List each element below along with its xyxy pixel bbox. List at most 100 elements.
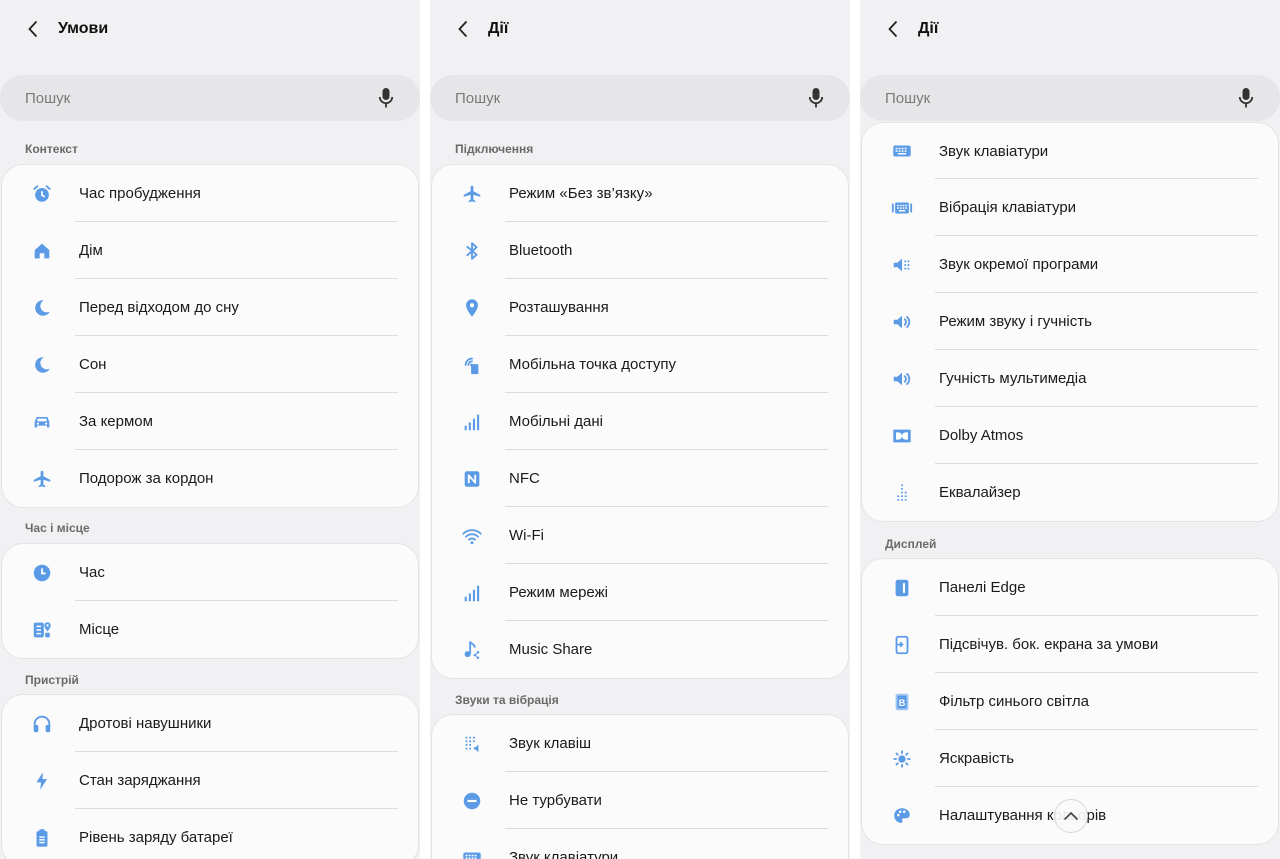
voice-search-button[interactable]	[806, 86, 826, 110]
edge-lighting-icon	[890, 633, 914, 657]
list-item-label: Dolby Atmos	[939, 427, 1024, 444]
conditions-panel: Умови Пошук Контекст Час пробудження Дім	[0, 0, 420, 859]
list-item-label: Час пробудження	[79, 185, 201, 202]
list-item[interactable]: Час пробудження	[2, 165, 418, 222]
list-item-label: Мобільна точка доступу	[509, 356, 676, 373]
list-item[interactable]: Подорож за кордон	[2, 450, 418, 507]
list-item[interactable]: B Фільтр синього світла	[862, 673, 1278, 730]
list-item[interactable]: Music Share	[432, 621, 848, 678]
list-item[interactable]: За кермом	[2, 393, 418, 450]
car-icon	[30, 410, 54, 434]
list-item[interactable]: Режим мережі	[432, 564, 848, 621]
page-title: Дії	[918, 20, 939, 37]
list-item[interactable]: Час	[2, 544, 418, 601]
edge-panel-icon	[890, 576, 914, 600]
bolt-icon	[30, 769, 54, 793]
list-item[interactable]: Сон	[2, 336, 418, 393]
battery-icon	[30, 826, 54, 850]
chevron-left-icon	[28, 20, 38, 38]
volume-icon	[890, 310, 914, 334]
back-button[interactable]	[452, 18, 474, 40]
list-item[interactable]: Еквалайзер	[862, 464, 1278, 521]
list-item[interactable]: Мобільні дані	[432, 393, 848, 450]
chevron-left-icon	[888, 20, 898, 38]
list-item-label: Звук клавіатури	[509, 849, 619, 859]
nfc-icon	[460, 467, 484, 491]
list-item[interactable]: Перед відходом до сну	[2, 279, 418, 336]
list-item-label: Звук окремої програми	[939, 256, 1099, 273]
microphone-icon	[378, 88, 394, 108]
clock-icon	[30, 561, 54, 585]
hotspot-icon	[460, 353, 484, 377]
list-item[interactable]: Режим «Без зв’язку»	[432, 165, 848, 222]
list-item[interactable]: Рівень заряду батареї	[2, 809, 418, 859]
list-item[interactable]: Дротові навушники	[2, 695, 418, 752]
list-item[interactable]: Звук клавіш	[432, 715, 848, 772]
blue-light-filter-icon: B	[890, 690, 914, 714]
list-item-label: Режим мережі	[509, 584, 608, 601]
voice-search-button[interactable]	[376, 86, 396, 110]
list-item-label: Стан заряджання	[79, 772, 201, 789]
list-item[interactable]: Гучність мультимедіа	[862, 350, 1278, 407]
keyboard-vibration-icon	[890, 196, 914, 220]
list-item[interactable]: Wi-Fi	[432, 507, 848, 564]
search-input[interactable]: Пошук	[860, 75, 1280, 121]
back-button[interactable]	[22, 18, 44, 40]
chevron-up-icon	[1063, 811, 1079, 821]
list-item[interactable]: Мобільна точка доступу	[432, 336, 848, 393]
list-item-label: Подорож за кордон	[79, 470, 214, 487]
list-item-label: Звук клавіатури	[939, 142, 1049, 160]
settings-card: Час Місце	[1, 543, 419, 659]
scroll-to-top-button[interactable]	[1054, 799, 1088, 833]
keyboard-icon	[460, 846, 484, 859]
list-item[interactable]: Звук клавіатури	[432, 829, 848, 859]
list-item[interactable]: Звук окремої програми	[862, 236, 1278, 293]
list-item[interactable]: Місце	[2, 601, 418, 658]
section-header: Дисплей	[885, 537, 937, 551]
list-item-label: Розташування	[509, 299, 609, 316]
search-placeholder: Пошук	[455, 89, 501, 107]
list-item[interactable]: Стан заряджання	[2, 752, 418, 809]
settings-card: Звук клавіш Не турбувати Звук клавіатури	[431, 714, 849, 859]
list-item-label: Рівень заряду батареї	[79, 829, 233, 846]
list-item[interactable]: Панелі Edge	[862, 559, 1278, 616]
list-item[interactable]: Звук клавіатури	[862, 123, 1278, 179]
airplane-icon	[30, 467, 54, 491]
list-item-label: Music Share	[509, 641, 593, 658]
svg-text:B: B	[899, 697, 906, 707]
app-bar: Дії	[430, 0, 850, 58]
list-item[interactable]: Розташування	[432, 279, 848, 336]
actions-panel-scrolled: Дії Пошук Звук клавіатури Вібрація клаві…	[860, 0, 1280, 859]
alarm-icon	[30, 182, 54, 206]
list-item[interactable]: Dolby Atmos	[862, 407, 1278, 464]
settings-card: Дротові навушники Стан заряджання Рівень…	[1, 694, 419, 859]
do-not-disturb-icon	[460, 789, 484, 813]
home-icon	[30, 239, 54, 263]
list-item[interactable]: Вібрація клавіатури	[862, 179, 1278, 236]
list-item-label: Режим звуку і гучність	[939, 313, 1092, 330]
list-item-label: Гучність мультимедіа	[939, 370, 1087, 387]
list-item[interactable]: Bluetooth	[432, 222, 848, 279]
dolby-icon	[890, 424, 914, 448]
section-header: Звуки та вібрація	[455, 693, 559, 707]
list-item[interactable]: Яскравість	[862, 730, 1278, 787]
list-item-label: Яскравість	[939, 750, 1015, 767]
voice-search-button[interactable]	[1236, 86, 1256, 110]
chevron-left-icon	[458, 20, 468, 38]
list-item[interactable]: NFC	[432, 450, 848, 507]
list-item[interactable]: Не турбувати	[432, 772, 848, 829]
settings-card: Звук клавіатури Вібрація клавіатури Звук…	[861, 122, 1279, 522]
brightness-icon	[890, 747, 914, 771]
settings-card: Час пробудження Дім Перед відходом до сн…	[1, 164, 419, 508]
list-item[interactable]: Дім	[2, 222, 418, 279]
search-input[interactable]: Пошук	[430, 75, 850, 121]
equalizer-icon	[890, 481, 914, 505]
list-item[interactable]: Підсвічув. бок. екрана за умови	[862, 616, 1278, 673]
list-item-label: Bluetooth	[509, 242, 573, 259]
list-item-label: Дротові навушники	[79, 715, 212, 732]
back-button[interactable]	[882, 18, 904, 40]
list-item[interactable]: Режим звуку і гучність	[862, 293, 1278, 350]
moon-icon	[30, 353, 54, 377]
search-input[interactable]: Пошук	[0, 75, 420, 121]
section-header: Підключення	[455, 142, 534, 156]
